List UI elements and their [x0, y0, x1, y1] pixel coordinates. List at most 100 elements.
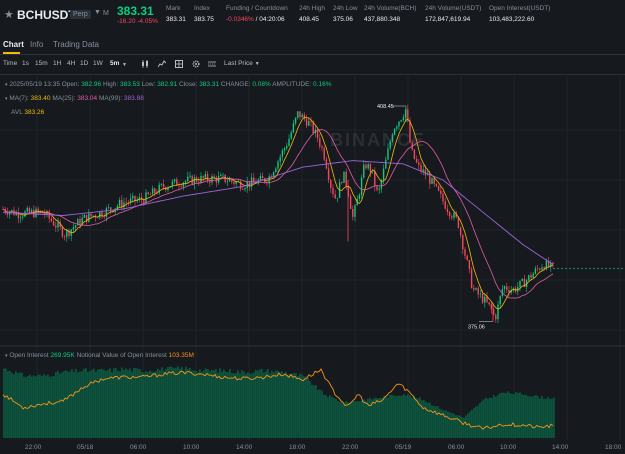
candle-body — [83, 214, 86, 218]
notional-value-bar — [55, 372, 57, 438]
notional-value-bar — [359, 401, 361, 438]
interval-15m[interactable]: 15m — [35, 60, 48, 67]
candle-body — [301, 114, 303, 118]
candle-body — [206, 173, 209, 181]
candle-body — [332, 188, 334, 195]
notional-value-bar — [447, 411, 449, 438]
notional-value-bar — [261, 368, 263, 438]
price-type-select[interactable]: Last Price ▼ — [224, 60, 260, 67]
notional-value-bar — [219, 368, 221, 438]
notional-value-bar — [515, 391, 517, 438]
notional-value-bar — [263, 372, 265, 438]
stat-open-interest: Open Interest(USDT) 103,483,222.60 — [489, 5, 551, 23]
candle-body — [437, 185, 440, 191]
notional-value-bar — [415, 397, 417, 438]
candle-type-icon[interactable] — [141, 60, 149, 70]
notional-value-bar — [47, 374, 49, 438]
notional-value-bar — [363, 399, 365, 438]
candle-body — [503, 286, 506, 289]
notional-value-bar — [537, 396, 539, 438]
notional-value-bar — [125, 368, 127, 438]
notional-value-bar — [199, 369, 201, 438]
notional-value-bar — [49, 376, 51, 438]
notional-value-bar — [153, 372, 155, 438]
indicators-icon[interactable] — [157, 60, 167, 70]
notional-value-bar — [71, 369, 73, 438]
candle-body — [536, 268, 539, 270]
candle-body — [433, 178, 435, 184]
stat-24h-volume-bch: 24h Volume(BCH) 437,880.348 — [364, 5, 417, 23]
candle-body — [191, 175, 193, 185]
notional-value-bar — [9, 370, 11, 438]
notional-value-bar — [59, 373, 61, 438]
x-tick-label: 10:00 — [183, 444, 200, 451]
notional-value-bar — [69, 371, 71, 438]
candle-body — [464, 249, 466, 256]
symbol-dropdown-icon[interactable]: ▼ — [94, 9, 101, 16]
notional-value-bar — [267, 368, 269, 438]
interval-5m[interactable]: 5m — [110, 60, 119, 67]
interval-1s[interactable]: 1s — [22, 60, 29, 67]
notional-value-bar — [449, 412, 451, 438]
tab-trading-data[interactable]: Trading Data — [53, 40, 99, 49]
price-chart[interactable]: 408.45 375.06 — [0, 75, 625, 454]
notional-value-bar — [459, 415, 461, 438]
notional-value-bar — [539, 398, 541, 438]
notional-value-bar — [239, 373, 241, 438]
candle-body — [490, 304, 493, 310]
notional-value-bar — [541, 395, 543, 438]
notional-value-bar — [135, 368, 137, 438]
candle-body — [30, 210, 33, 213]
notional-value-bar — [533, 395, 535, 438]
notional-value-bar — [131, 371, 133, 438]
notional-value-bar — [437, 406, 439, 438]
notional-value-bar — [231, 372, 233, 438]
notional-value-bar — [173, 368, 175, 438]
interval-1w[interactable]: 1W — [93, 60, 103, 67]
notional-value-bar — [119, 371, 121, 438]
notional-value-bar — [409, 395, 411, 438]
notional-value-bar — [553, 397, 555, 438]
interval-dropdown-icon[interactable]: ▼ — [122, 62, 127, 68]
drawing-tools-icon[interactable] — [175, 60, 183, 70]
notional-value-bar — [117, 370, 119, 438]
favorite-star-icon[interactable]: ★ — [4, 8, 14, 21]
notional-value-bar — [347, 402, 349, 438]
stat-24h-volume-usdt: 24h Volume(USDT) 172,847,619.94 — [425, 5, 482, 23]
notional-value-bar — [299, 373, 301, 438]
settings-gear-icon[interactable] — [192, 60, 200, 70]
chart-area[interactable]: 408.45 375.06 — [0, 75, 625, 454]
notional-value-bar — [163, 371, 165, 438]
notional-value-bar — [13, 374, 15, 438]
candle-body — [72, 227, 75, 230]
notional-value-bar — [21, 372, 23, 438]
symbol-name[interactable]: BCHUSDT — [17, 8, 76, 22]
tab-chart[interactable]: Chart — [3, 40, 24, 49]
notional-value-bar — [107, 369, 109, 438]
candle-body — [162, 184, 165, 188]
notional-value-bar — [307, 378, 309, 438]
candle-body — [110, 207, 112, 210]
x-tick-label: 18:00 — [289, 444, 306, 451]
candle-body — [506, 286, 508, 290]
interval-time[interactable]: Time — [3, 60, 17, 67]
notional-value-bar — [105, 370, 107, 438]
x-tick-label: 22:00 — [342, 444, 359, 451]
notional-value-bar — [331, 396, 333, 438]
price-type-icon — [208, 60, 216, 70]
interval-1h[interactable]: 1H — [53, 60, 61, 67]
interval-1d[interactable]: 1D — [80, 60, 88, 67]
notional-value-bar — [315, 385, 317, 438]
notional-value-bar — [63, 371, 65, 438]
notional-value-bar — [75, 368, 77, 438]
interval-4h[interactable]: 4H — [67, 60, 75, 67]
notional-value-bar — [527, 396, 529, 438]
candle-body — [259, 176, 262, 180]
avl-legend: AVL 383.26 — [11, 109, 45, 116]
notional-value-bar — [321, 390, 323, 438]
notional-value-bar — [465, 415, 467, 438]
candle-body — [222, 174, 224, 176]
tab-info[interactable]: Info — [30, 40, 43, 49]
notional-value-bar — [193, 370, 195, 438]
notional-value-bar — [269, 373, 271, 438]
